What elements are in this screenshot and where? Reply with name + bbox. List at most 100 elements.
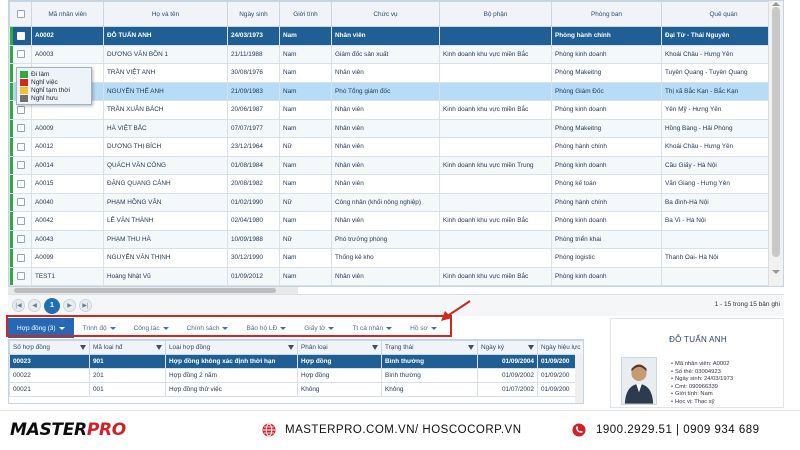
table-row[interactable]: A0009 HÀ VIỆT BẮC 07/07/1977 Nam Nhân viên Ph… [9, 118, 783, 138]
col-header[interactable]: Phân loại [297, 340, 382, 355]
filter-icon[interactable] [528, 345, 534, 350]
contract-grid: Số hợp đồng Mã loại hđ Loại hợp đồng Phâ… [8, 339, 584, 404]
scroll-up-icon[interactable] [772, 2, 780, 6]
scroll-thumb[interactable] [772, 7, 780, 257]
col-header[interactable]: Giới tính [279, 1, 332, 27]
table-row[interactable]: A0043 PHẠM THU HÀ 10/09/1988 Nữ Phó trưởng p… [9, 229, 783, 249]
row-checkbox[interactable] [9, 229, 32, 249]
row-checkbox[interactable] [9, 137, 32, 157]
cell-dept: Kinh doanh khu vực miền Bắc [439, 211, 552, 231]
row-checkbox[interactable] [9, 155, 32, 175]
tab-item[interactable]: Bảo hộ LĐ [237, 318, 295, 338]
table-row[interactable]: TRẦN XUÂN BÁCH 20/06/1987 Nam Nhân viên Kinh… [9, 100, 783, 120]
cell-room: Phòng kinh doanh [551, 44, 662, 64]
employee-grid-header: Mã nhân viên Họ và tên Ngày sinh Giới tí… [9, 1, 783, 27]
row-checkbox[interactable] [9, 26, 32, 46]
cell-code: A0014 [31, 155, 104, 175]
row-checkbox[interactable] [9, 266, 32, 286]
row-checkbox[interactable] [9, 211, 32, 231]
filter-icon[interactable] [156, 345, 162, 350]
col-header[interactable]: Chức vụ [331, 1, 440, 27]
tab-item[interactable]: Giấy tờ [295, 318, 343, 338]
table-row[interactable]: A0040 PHẠM HỒNG VÂN 01/02/1990 Nữ Công nhân … [9, 192, 783, 212]
table-row[interactable]: 00022 201 Hợp đồng 2 năm Hợp đồng Bình thườn… [9, 368, 583, 383]
table-row[interactable]: 00021 001 Hợp đồng thử việc Không Không 01/07… [9, 382, 583, 397]
col-header[interactable]: Quê quán [661, 1, 783, 27]
first-page-button[interactable]: |◀ [12, 299, 25, 312]
tab-item[interactable]: Tt cá nhân [343, 318, 401, 338]
cell-gender: Nam [279, 174, 332, 194]
row-checkbox[interactable] [9, 248, 32, 268]
col-header[interactable]: Loại hợp đồng [165, 340, 298, 355]
employee-info-panel: ĐỖ TUẤN ANH Mã nhân viên: A0002Số thẻ: 0… [610, 318, 784, 408]
row-checkbox[interactable] [9, 192, 32, 212]
row-checkbox[interactable] [9, 118, 32, 138]
cell-room: Phòng kinh doanh [551, 266, 662, 286]
table-row[interactable]: A0099 NGUYỄN VĂN THỊNH 30/12/1990 Nam Thống … [9, 248, 783, 268]
table-row[interactable]: TRẦN VIỆT ANH 30/08/1976 Nam Nhân viên Phòng… [9, 63, 783, 83]
col-header[interactable]: Ngày sinh [227, 1, 280, 27]
cell-home [661, 266, 783, 286]
hrm-screen: Mã nhân viên Họ và tên Ngày sinh Giới tí… [0, 0, 800, 450]
legend-label: Nghỉ tạm thời [31, 86, 70, 94]
cell-signed: 01/07/2002 [477, 382, 538, 397]
detail-tabs: Hợp đồng (3) Trình độ Công tác Chính sách Bả… [8, 318, 608, 338]
vertical-scrollbar[interactable] [768, 1, 783, 286]
cell-home [661, 229, 783, 249]
table-row[interactable]: TEST1 Hoàng Nhật Vũ 01/09/2012 Nam Nhân viên… [9, 266, 783, 286]
col-header[interactable]: Họ và tên [103, 1, 228, 27]
filter-icon[interactable] [468, 345, 474, 350]
table-row[interactable]: A0042 LÊ VĂN THÀNH 02/04/1980 Nam Nhân viên K… [9, 211, 783, 231]
cell-status: Bình thường [381, 354, 478, 369]
current-page-button[interactable]: 1 [44, 297, 60, 314]
cell-dept [439, 26, 552, 46]
cell-room: Phòng kinh doanh [551, 100, 662, 120]
horizontal-scrollbar[interactable] [8, 287, 298, 294]
col-header[interactable]: Trạng thái [381, 340, 478, 355]
table-row[interactable]: A0015 ĐẶNG QUANG CẢNH 20/08/1982 Nam Nhân vi… [9, 174, 783, 194]
phone-contact[interactable]: 1900.2929.51 | 0909 934 689 [572, 423, 760, 437]
cell-class: Hợp đồng [297, 368, 382, 383]
cell-dept: Kinh doanh khu vực miền Bắc [439, 44, 552, 64]
last-page-button[interactable]: ▶| [79, 299, 92, 312]
next-page-button[interactable]: ▶ [63, 299, 76, 312]
col-header[interactable]: Ngày hiệu lực [537, 340, 583, 355]
cell-home: Hồng Bàng - Hải Phòng [661, 118, 783, 138]
tab-item[interactable]: Công tác [125, 318, 178, 338]
tab-item[interactable]: Trình độ [74, 318, 125, 338]
cell-home: Khoái Châu - Hưng Yên [661, 137, 783, 157]
tab-label: Tt cá nhân [352, 324, 384, 332]
cell-room: Phòng hành chính [551, 285, 662, 286]
table-row[interactable]: 00023 901 Hợp đồng không xác định thời hạn… [9, 354, 583, 369]
cell-name: QUÁCH VĂN CÔNG [103, 155, 228, 175]
website-link[interactable]: MASTERPRO.COM.VN/ HOSCOCORP.VN [262, 423, 522, 437]
table-row[interactable]: A0014 QUÁCH VĂN CÔNG 01/08/1984 Nam Nhân viê… [9, 155, 783, 175]
table-row[interactable]: A0012 DƯƠNG THỊ BÍCH 23/12/1964 Nữ Nhân viên… [9, 137, 783, 157]
row-checkbox[interactable] [9, 44, 32, 64]
col-header[interactable]: Phòng ban [551, 1, 662, 27]
col-header[interactable]: Số hợp đồng [9, 340, 90, 355]
table-row[interactable]: NGUYỄN THẾ ANH 21/09/1983 Nam Phó Tổng giám… [9, 81, 783, 101]
filter-icon[interactable] [372, 345, 378, 350]
cell-name: PHẠM THU HÀ [103, 229, 228, 249]
scroll-thumb[interactable] [14, 288, 276, 293]
row-checkbox[interactable] [9, 174, 32, 194]
scroll-down-icon[interactable] [772, 270, 780, 274]
filter-icon[interactable] [80, 345, 86, 350]
cell-gender: Nam [279, 44, 332, 64]
status-legend: Đi làm Nghỉ việc Nghỉ tạm thời Nghỉ hưu [16, 67, 92, 105]
col-header[interactable]: Ngày ký [477, 340, 538, 355]
col-header[interactable]: Bộ phận [439, 1, 552, 27]
col-header[interactable]: Mã nhân viên [31, 1, 104, 27]
filter-icon[interactable] [288, 345, 294, 350]
tab-item[interactable]: Hợp đồng (3) [8, 318, 74, 338]
prev-page-button[interactable]: ◀ [28, 299, 41, 312]
annotation-arrow-icon [441, 300, 471, 321]
table-row[interactable]: A0003 DƯƠNG VĂN BỒN 1 21/11/1988 Nam Giám đố… [9, 44, 783, 64]
cell-code: A0043 [31, 229, 104, 249]
select-all-checkbox[interactable] [9, 1, 32, 27]
table-row[interactable]: A0002 ĐỖ TUẤN ANH 24/03/1973 Nam Nhân viên Ph… [9, 26, 783, 46]
vertical-scrollbar[interactable] [575, 354, 583, 403]
col-header[interactable]: Mã loại hđ [89, 340, 166, 355]
tab-item[interactable]: Chính sách [178, 318, 238, 338]
